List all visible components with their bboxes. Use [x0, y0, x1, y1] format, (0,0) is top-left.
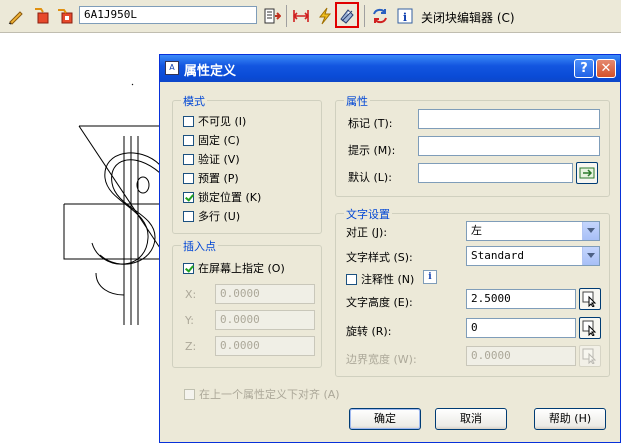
- pick-rotation-button[interactable]: [579, 317, 601, 339]
- svg-text:i: i: [403, 11, 407, 24]
- dialog-title: 属性定义: [184, 64, 237, 79]
- dialog-app-icon: A: [165, 61, 179, 75]
- rotation-field[interactable]: 0: [466, 318, 576, 338]
- info-icon[interactable]: i: [395, 6, 415, 26]
- checkbox-box[interactable]: [346, 273, 357, 285]
- cursor-pick-icon: [582, 320, 597, 336]
- preset-label: 预置 (P): [198, 172, 239, 185]
- insertion-point-title: 插入点: [181, 238, 218, 254]
- chevron-down-icon[interactable]: [582, 247, 599, 265]
- text-height-label: 文字高度 (E):: [346, 296, 413, 309]
- checkbox-box[interactable]: [183, 191, 194, 203]
- preset-checkbox[interactable]: 预置 (P): [183, 170, 239, 186]
- help-button[interactable]: 帮助 (H): [534, 408, 606, 430]
- lock-position-checkbox[interactable]: 锁定位置 (K): [183, 189, 261, 205]
- annotative-checkbox[interactable]: 注释性 (N): [346, 271, 414, 287]
- default-field[interactable]: [418, 163, 573, 183]
- cursor-pick-icon: [582, 348, 597, 364]
- verify-checkbox[interactable]: 验证 (V): [183, 151, 240, 167]
- ok-button[interactable]: 确定: [349, 408, 421, 430]
- prompt-label: 提示 (M):: [348, 144, 396, 157]
- parameter-icon[interactable]: [291, 6, 311, 26]
- help-titlebar-button[interactable]: ?: [574, 59, 594, 78]
- align-below-label: 在上一个属性定义下对齐 (A): [199, 388, 340, 401]
- block-editor-toolbar: 6A1J950L i 关闭块编辑器 (C): [0, 0, 621, 33]
- boundary-width-field[interactable]: 0.0000: [466, 346, 576, 366]
- checkbox-box[interactable]: [184, 388, 195, 400]
- mode-group: 模式 不可见 (I) 固定 (C) 验证 (V) 预置 (P) 锁定位置 (K)…: [172, 93, 322, 234]
- justify-select[interactable]: 左: [466, 221, 600, 241]
- annotative-label: 注释性 (N): [361, 273, 415, 286]
- y-label: Y:: [185, 314, 194, 327]
- text-settings-group: 文字设置 对正 (J): 左 文字样式 (S): Standard 注释性 (N…: [335, 206, 610, 377]
- insert-field-icon: [579, 167, 595, 179]
- text-settings-title: 文字设置: [344, 206, 392, 222]
- z-label: Z:: [185, 340, 197, 353]
- align-below-checkbox[interactable]: 在上一个属性定义下对齐 (A): [184, 386, 340, 402]
- update-icon[interactable]: [370, 6, 390, 26]
- text-style-label: 文字样式 (S):: [346, 251, 413, 264]
- cursor-pick-icon: [582, 291, 597, 307]
- x-label: X:: [185, 288, 197, 301]
- cancel-button[interactable]: 取消: [435, 408, 507, 430]
- rotation-label: 旋转 (R):: [346, 325, 392, 338]
- close-block-editor-button[interactable]: 关闭块编辑器 (C): [421, 9, 515, 26]
- checkbox-box[interactable]: [183, 153, 194, 165]
- pick-height-button[interactable]: [579, 288, 601, 310]
- edit-block-icon[interactable]: [6, 6, 26, 26]
- z-coordinate-field[interactable]: 0.0000: [215, 336, 315, 356]
- text-style-select[interactable]: Standard: [466, 246, 600, 266]
- dialog-titlebar[interactable]: A 属性定义 ? ✕: [160, 55, 620, 82]
- define-attribute-icon[interactable]: [337, 6, 357, 26]
- justify-label: 对正 (J):: [346, 226, 388, 239]
- tag-label: 标记 (T):: [348, 117, 393, 130]
- block-name-field[interactable]: 6A1J950L: [79, 6, 257, 24]
- checkbox-box[interactable]: [183, 172, 194, 184]
- default-label: 默认 (L):: [348, 171, 392, 184]
- close-titlebar-button[interactable]: ✕: [596, 59, 616, 78]
- specify-on-screen-label: 在屏幕上指定 (O): [198, 262, 285, 275]
- boundary-width-label: 边界宽度 (W):: [346, 353, 417, 366]
- y-coordinate-field[interactable]: 0.0000: [215, 310, 315, 330]
- save-block-icon[interactable]: [31, 6, 51, 26]
- save-block-as-icon[interactable]: [55, 6, 75, 26]
- attribute-group: 属性 标记 (T): 提示 (M): 默认 (L):: [335, 93, 610, 197]
- attribute-group-title: 属性: [344, 93, 370, 109]
- prompt-field[interactable]: [418, 136, 600, 156]
- checkbox-box[interactable]: [183, 115, 194, 127]
- justify-value: 左: [471, 224, 482, 237]
- checkbox-box[interactable]: [183, 134, 194, 146]
- specify-on-screen-checkbox[interactable]: 在屏幕上指定 (O): [183, 260, 285, 276]
- text-height-field[interactable]: 2.5000: [466, 289, 576, 309]
- constant-label: 固定 (C): [198, 134, 240, 147]
- insertion-point-group: 插入点 在屏幕上指定 (O) X: 0.0000 Y: 0.0000 Z: 0.…: [172, 238, 322, 368]
- action-icon[interactable]: [315, 6, 335, 26]
- invisible-checkbox[interactable]: 不可见 (I): [183, 113, 246, 129]
- verify-label: 验证 (V): [198, 153, 240, 166]
- pick-boundary-button[interactable]: [579, 345, 601, 367]
- lock-position-label: 锁定位置 (K): [198, 191, 262, 204]
- x-coordinate-field[interactable]: 0.0000: [215, 284, 315, 304]
- multiline-checkbox[interactable]: 多行 (U): [183, 208, 240, 224]
- checkbox-box[interactable]: [183, 262, 194, 274]
- info-icon[interactable]: i: [423, 270, 437, 284]
- multiline-label: 多行 (U): [198, 210, 241, 223]
- checkbox-box[interactable]: [183, 210, 194, 222]
- insert-field-button[interactable]: [576, 162, 598, 184]
- authoring-palettes-icon[interactable]: [262, 6, 282, 26]
- invisible-label: 不可见 (I): [198, 115, 247, 128]
- text-style-value: Standard: [471, 249, 524, 262]
- tag-field[interactable]: [418, 109, 600, 129]
- chevron-down-icon[interactable]: [582, 222, 599, 240]
- mode-group-title: 模式: [181, 93, 207, 109]
- attribute-definition-dialog: A 属性定义 ? ✕ 模式 不可见 (I) 固定 (C) 验证 (V) 预置 (…: [159, 54, 621, 443]
- constant-checkbox[interactable]: 固定 (C): [183, 132, 240, 148]
